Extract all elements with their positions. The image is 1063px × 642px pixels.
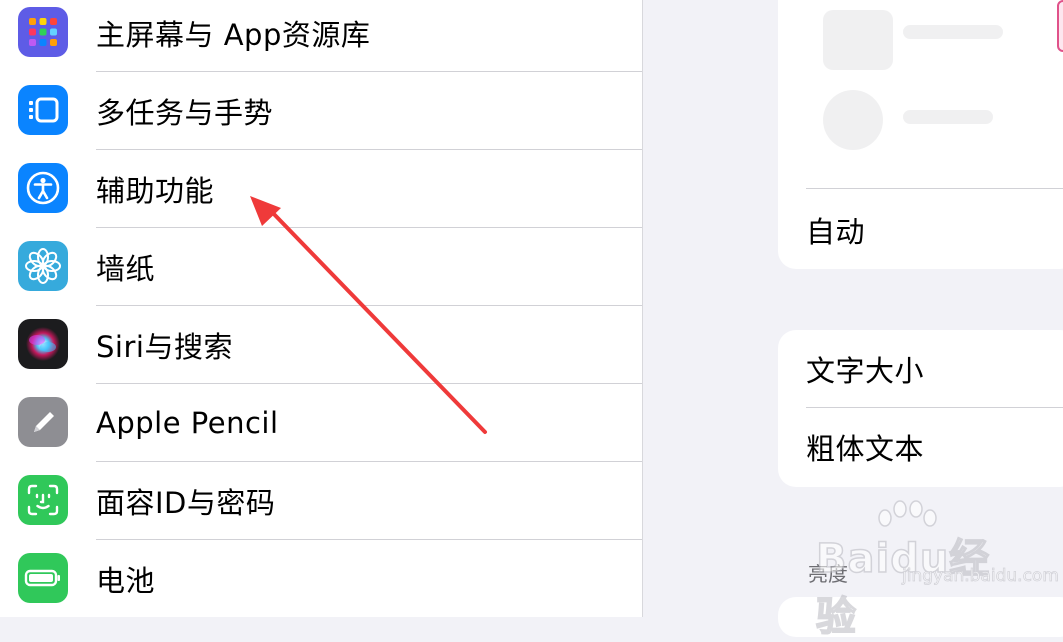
sidebar-item-label: 多任务与手势 — [96, 96, 274, 130]
split-view-divider — [642, 0, 679, 617]
pencil-icon — [18, 397, 68, 447]
accessibility-icon — [18, 163, 68, 213]
appearance-preview-image — [823, 10, 1003, 150]
sidebar-item-label: 面容ID与密码 — [96, 486, 276, 520]
sidebar-item-siri[interactable]: Siri与搜索 — [0, 306, 642, 384]
text-settings-card: 文字大小 粗体文本 — [778, 330, 1063, 487]
siri-icon — [18, 319, 68, 369]
watermark-url: jingyan.baidu.com — [902, 566, 1060, 587]
sidebar-item-face-id[interactable]: 面容ID与密码 — [0, 462, 642, 540]
sidebar-item-label: 电池 — [96, 564, 156, 598]
settings-sidebar: 主屏幕与 App资源库 多任务与手势 辅助功能 墙纸 Siri与搜索 Apple… — [0, 0, 642, 617]
divider — [806, 188, 1063, 189]
sidebar-item-label: 墙纸 — [96, 252, 156, 286]
bold-text-label: 粗体文本 — [806, 432, 925, 466]
sidebar-item-apple-pencil[interactable]: Apple Pencil — [0, 384, 642, 462]
sidebar-item-label: Siri与搜索 — [96, 330, 233, 364]
appearance-card: 自动 — [778, 0, 1063, 269]
appearance-auto-label: 自动 — [806, 215, 866, 249]
multitasking-icon — [18, 85, 68, 135]
sidebar-item-label: 主屏幕与 App资源库 — [96, 18, 371, 52]
face-id-icon — [18, 475, 68, 525]
battery-icon — [18, 553, 68, 603]
text-size-label: 文字大小 — [806, 354, 925, 388]
sidebar-item-label: 辅助功能 — [96, 174, 215, 208]
bold-text-row[interactable]: 粗体文本 — [806, 408, 1063, 486]
sidebar-item-multitasking[interactable]: 多任务与手势 — [0, 72, 642, 150]
appearance-auto-row[interactable]: 自动 — [806, 191, 1063, 269]
baidu-jingyan-watermark: Baidu经验 jingyan.baidu.com — [812, 500, 1059, 641]
sidebar-item-label: Apple Pencil — [96, 406, 279, 440]
text-size-row[interactable]: 文字大小 — [806, 330, 1063, 408]
sidebar-item-home-screen[interactable]: 主屏幕与 App资源库 — [0, 0, 642, 72]
sidebar-item-wallpaper[interactable]: 墙纸 — [0, 228, 642, 306]
sidebar-item-battery[interactable]: 电池 — [0, 540, 642, 617]
sidebar-item-accessibility[interactable]: 辅助功能 — [0, 150, 642, 228]
home-screen-grid-icon — [18, 7, 68, 57]
wallpaper-flower-icon — [18, 241, 68, 291]
appearance-option-edge[interactable] — [1057, 0, 1063, 52]
